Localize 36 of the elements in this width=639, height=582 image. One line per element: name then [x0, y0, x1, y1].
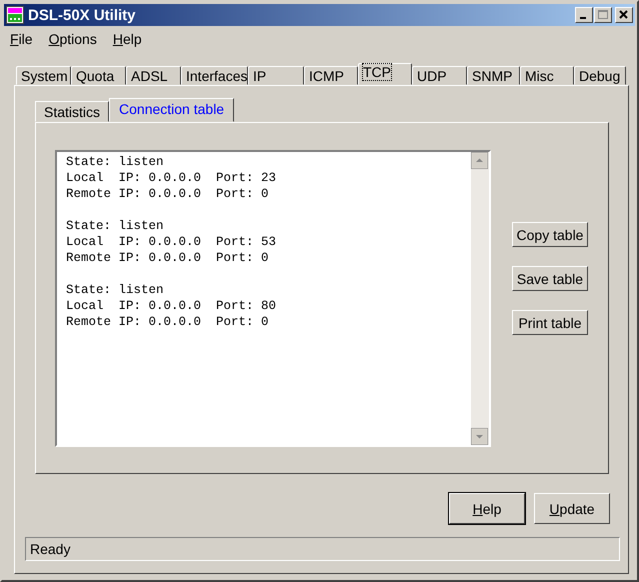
status-bar: Ready: [25, 537, 620, 561]
connection-line: State: listen: [66, 218, 165, 234]
connection-line: Local IP: 0.0.0.0 Port: 23: [66, 170, 278, 186]
tab[interactable]: SNMP: [467, 66, 520, 85]
tab[interactable]: UDP: [412, 66, 467, 85]
tab[interactable]: IP: [248, 66, 304, 85]
window-title: DSL-50X Utility: [28, 6, 137, 24]
tab[interactable]: Quota: [71, 66, 126, 85]
tab[interactable]: Statistics: [35, 101, 110, 122]
tab[interactable]: Connection table: [109, 98, 234, 122]
close-button[interactable]: [615, 7, 633, 23]
tab[interactable]: Debug: [574, 66, 626, 85]
connection-line: Remote IP: 0.0.0.0 Port: 0: [66, 186, 270, 202]
menu-item[interactable]: Help: [112, 31, 142, 51]
tab[interactable]: ADSL: [126, 66, 181, 85]
tab[interactable]: System: [16, 66, 71, 85]
connection-line: State: listen: [66, 154, 165, 170]
connection-line: Remote IP: 0.0.0.0 Port: 0: [66, 314, 270, 330]
table-button[interactable]: Copy table: [512, 222, 588, 247]
minimize-button[interactable]: [575, 7, 593, 23]
tab[interactable]: Misc: [520, 66, 574, 85]
menu-item[interactable]: Options: [48, 31, 97, 51]
tab[interactable]: ICMP: [304, 66, 358, 85]
maximize-button[interactable]: [594, 7, 612, 23]
table-button[interactable]: Print table: [512, 310, 588, 335]
dialog-button[interactable]: Update: [534, 493, 610, 524]
connection-line: State: listen: [66, 282, 165, 298]
connection-line: Remote IP: 0.0.0.0 Port: 0: [66, 250, 270, 266]
connection-line: Local IP: 0.0.0.0 Port: 53: [66, 234, 278, 250]
table-button[interactable]: Save table: [512, 266, 588, 291]
app-icon: [6, 6, 24, 24]
menu-item[interactable]: File: [10, 31, 33, 51]
dialog-button[interactable]: Help: [449, 493, 525, 524]
connection-line: Local IP: 0.0.0.0 Port: 80: [66, 298, 278, 314]
tab[interactable]: TCP: [358, 63, 412, 85]
tab[interactable]: Interfaces: [181, 66, 248, 85]
